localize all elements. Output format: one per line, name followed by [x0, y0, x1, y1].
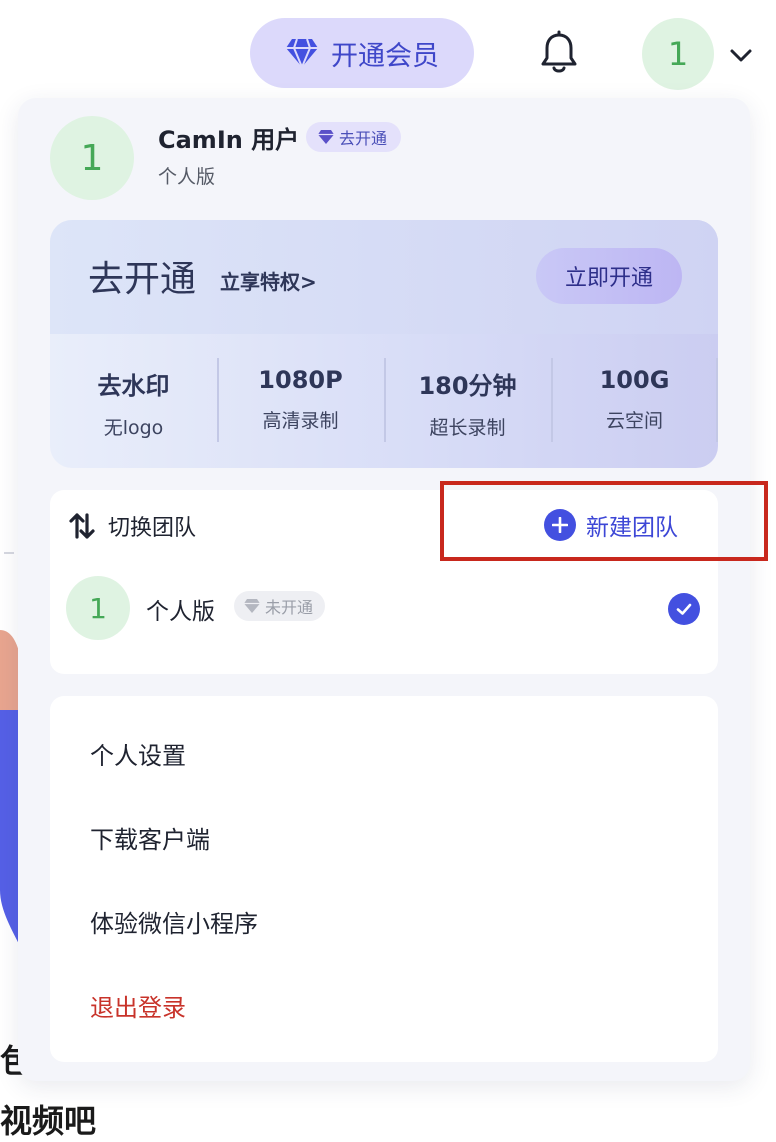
vip-button[interactable]: 开通会员 — [250, 18, 474, 88]
perk-value: 100G — [599, 366, 670, 394]
promo-title: 去开通 — [88, 259, 197, 300]
bell-icon[interactable] — [536, 30, 582, 76]
perk-item: 180分钟 超长录制 — [384, 358, 551, 444]
perk-label: 无logo — [103, 417, 164, 439]
profile-plan: 个人版 — [158, 166, 216, 188]
perk-item: 1080P 高清录制 — [217, 358, 384, 444]
perk-label: 超长录制 — [429, 417, 506, 439]
diamond-icon — [286, 38, 318, 68]
diamond-icon — [244, 599, 260, 613]
upgrade-badge-label: 去开通 — [339, 129, 388, 148]
perk-value: 1080P — [258, 366, 343, 394]
account-menu: 个人设置 下载客户端 体验微信小程序 退出登录 — [50, 696, 718, 1062]
user-avatar[interactable]: 1 — [642, 18, 714, 90]
team-status-badge: 未开通 — [234, 591, 326, 621]
highlight-box — [440, 481, 768, 561]
team-name: 个人版 — [146, 599, 215, 625]
menu-item-download-client[interactable]: 下载客户端 — [90, 820, 210, 855]
team-list-item[interactable]: 1 个人版 未开通 — [66, 576, 700, 640]
switch-team-label: 切换团队 — [108, 516, 197, 541]
profile-username: CamIn 用户 — [158, 126, 300, 154]
team-section: 切换团队 新建团队 1 个人版 未开通 — [50, 481, 768, 674]
promo-subtitle-link[interactable]: 立享特权> — [220, 266, 317, 295]
background-heading-fragment: 视频吧 — [0, 1102, 97, 1140]
profile-avatar: 1 — [50, 116, 134, 200]
perk-label: 高清录制 — [262, 410, 339, 432]
menu-item-wechat-miniprogram[interactable]: 体验微信小程序 — [90, 904, 258, 939]
account-dropdown: 1 CamIn 用户 去开通 个人版 去开通 立享特权> 立即开通 去水印 无l… — [18, 98, 768, 1081]
chevron-down-icon[interactable] — [728, 42, 754, 68]
perk-item: 100G 云空间 — [551, 358, 718, 444]
diamond-icon — [318, 130, 334, 144]
promo-card: 去开通 立享特权> 立即开通 去水印 无logo 1080P 高清录制 180分… — [50, 220, 718, 468]
switch-arrows-icon — [69, 513, 95, 539]
background-divider — [4, 552, 14, 554]
team-avatar: 1 — [66, 576, 130, 640]
activate-now-button[interactable]: 立即开通 — [536, 248, 682, 304]
top-bar: 开通会员 1 — [0, 0, 776, 100]
switch-team[interactable]: 切换团队 — [68, 510, 196, 542]
checkmark-icon — [668, 593, 700, 625]
perk-item: 去水印 无logo — [50, 358, 217, 444]
team-status-label: 未开通 — [265, 598, 314, 617]
perk-value: 去水印 — [97, 372, 170, 400]
perk-value: 180分钟 — [418, 372, 517, 400]
vip-button-label: 开通会员 — [331, 40, 439, 72]
perk-list: 去水印 无logo 1080P 高清录制 180分钟 超长录制 100G 云空间 — [50, 358, 718, 444]
menu-item-personal-settings[interactable]: 个人设置 — [90, 736, 186, 771]
upgrade-badge[interactable]: 去开通 — [306, 122, 402, 152]
logout-button[interactable]: 退出登录 — [90, 988, 186, 1023]
perk-label: 云空间 — [605, 410, 663, 432]
